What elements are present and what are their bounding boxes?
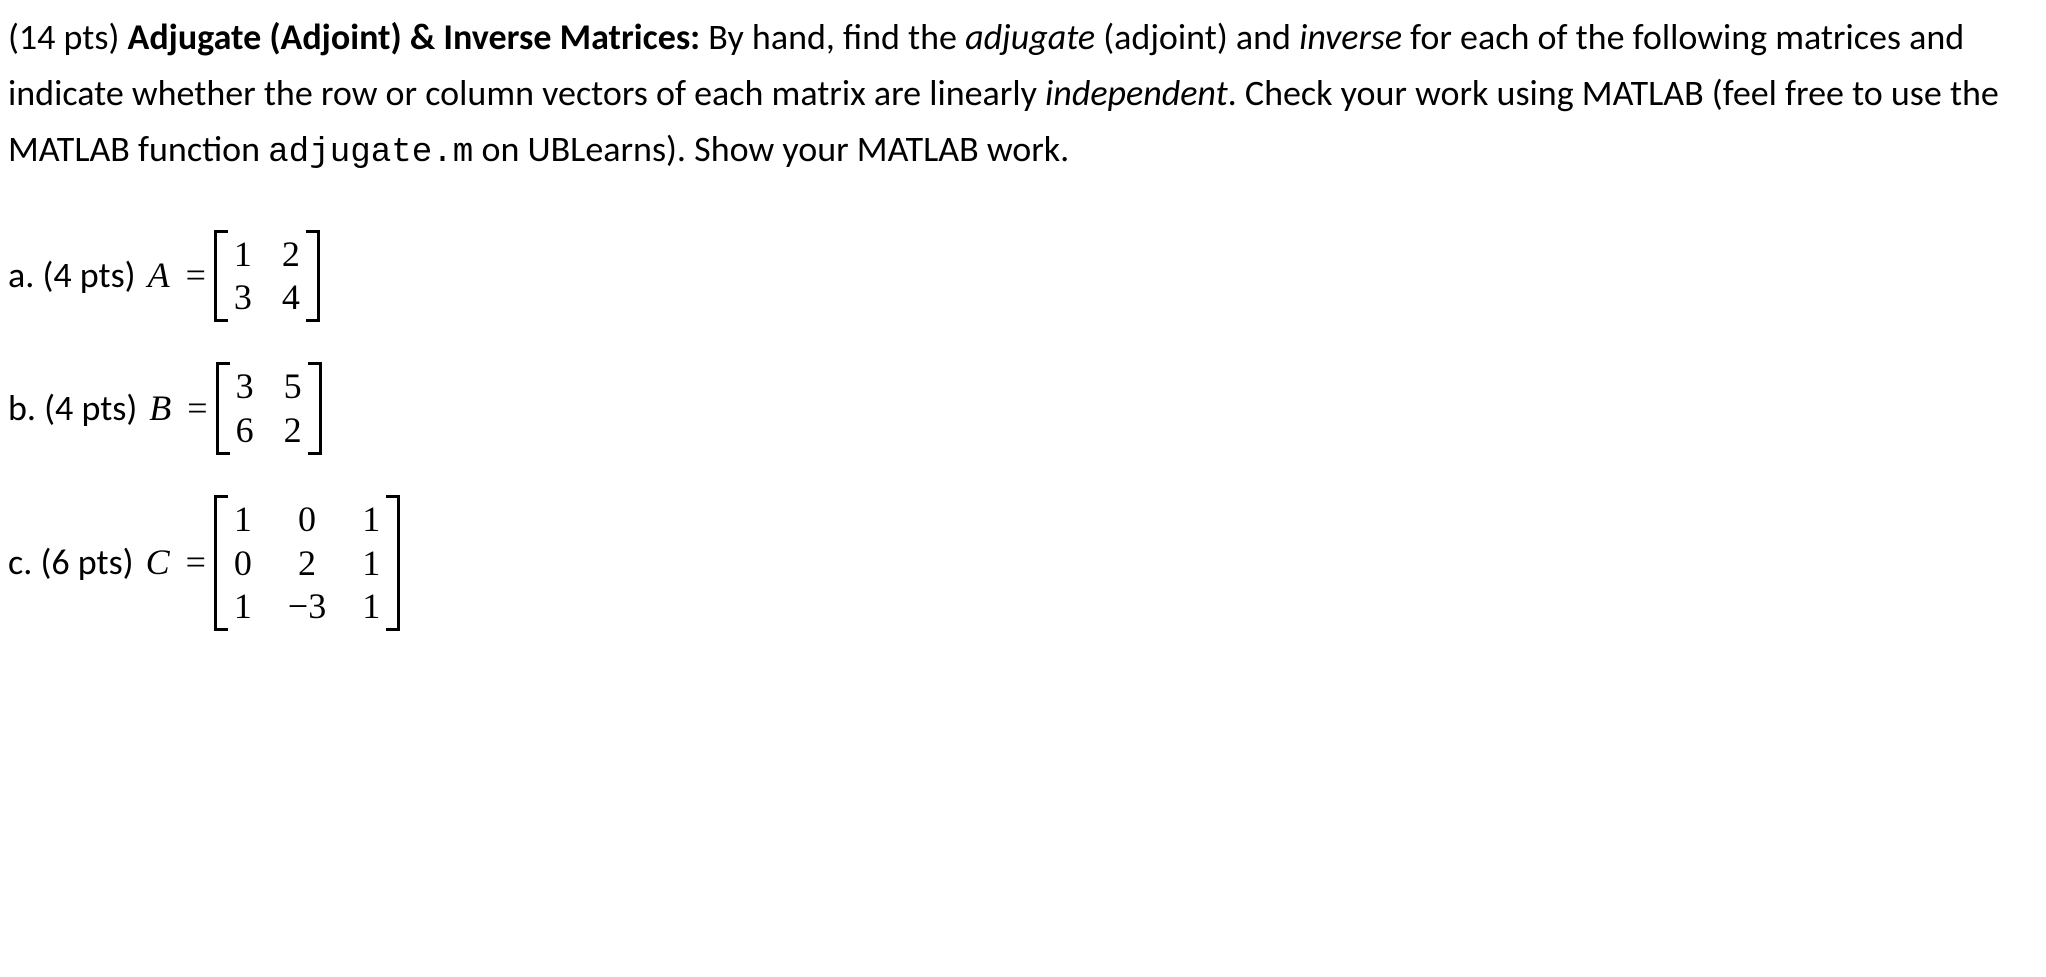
matrix-body: 1 0 1 0 2 1 1 −3 1 xyxy=(228,495,386,631)
matrix-cell: 5 xyxy=(284,366,302,407)
independent-word: independent xyxy=(1045,71,1228,115)
matrix-cell: 2 xyxy=(288,543,326,584)
problem-c: c. (6 pts) C = 1 0 1 0 2 1 1 −3 1 xyxy=(8,495,2038,631)
matrix-a: 1 2 3 4 xyxy=(214,230,320,323)
matrix-cell: 6 xyxy=(236,410,254,451)
matrix-body: 1 2 3 4 xyxy=(228,230,306,323)
equals-sign: = xyxy=(187,381,207,437)
text: (adjoint) and xyxy=(1095,15,1299,59)
problem-b: b. (4 pts) B = 3 5 6 2 xyxy=(8,362,2038,455)
text: on UBLearns). Show your MATLAB work. xyxy=(473,127,1069,171)
matrix-cell: 2 xyxy=(282,234,300,275)
problem-prompt: (14 pts) Adjugate (Adjoint) & Inverse Ma… xyxy=(8,10,2038,180)
matrix-cell: −3 xyxy=(288,586,326,627)
matrix-expression: A = 1 2 3 4 xyxy=(146,230,320,323)
matrix-cell: 1 xyxy=(234,499,252,540)
matrix-cell: 1 xyxy=(362,543,380,584)
matrix-cell: 2 xyxy=(284,410,302,451)
matrix-expression: C = 1 0 1 0 2 1 1 −3 1 xyxy=(144,495,401,631)
right-bracket-icon xyxy=(386,495,400,631)
matrix-cell: 0 xyxy=(234,543,252,584)
matrix-variable: C xyxy=(146,535,170,591)
matrix-b: 3 5 6 2 xyxy=(216,362,322,455)
problem-label: b. (4 pts) xyxy=(8,381,137,437)
matrix-cell: 0 xyxy=(288,499,326,540)
function-name: adjugate.m xyxy=(268,134,473,172)
problem-a: a. (4 pts) A = 1 2 3 4 xyxy=(8,230,2038,323)
right-bracket-icon xyxy=(306,230,320,323)
left-bracket-icon xyxy=(214,495,228,631)
text: By hand, find the xyxy=(708,15,965,59)
matrix-variable: B xyxy=(149,381,171,437)
matrix-body: 3 5 6 2 xyxy=(230,362,308,455)
matrix-cell: 1 xyxy=(234,586,252,627)
problems-list: a. (4 pts) A = 1 2 3 4 b. (4 pts) B = xyxy=(8,230,2038,632)
right-bracket-icon xyxy=(308,362,322,455)
points-label: (14 pts) xyxy=(8,15,128,59)
matrix-cell: 1 xyxy=(362,499,380,540)
inverse-word: inverse xyxy=(1299,15,1402,59)
matrix-cell: 4 xyxy=(282,277,300,318)
title: Adjugate (Adjoint) & Inverse Matrices: xyxy=(128,15,701,59)
matrix-variable: A xyxy=(148,248,170,304)
left-bracket-icon xyxy=(216,362,230,455)
equals-sign: = xyxy=(186,535,206,591)
equals-sign: = xyxy=(186,248,206,304)
matrix-c: 1 0 1 0 2 1 1 −3 1 xyxy=(214,495,400,631)
matrix-cell: 1 xyxy=(234,234,252,275)
left-bracket-icon xyxy=(214,230,228,323)
matrix-cell: 1 xyxy=(362,586,380,627)
matrix-cell: 3 xyxy=(236,366,254,407)
matrix-cell: 3 xyxy=(234,277,252,318)
matrix-expression: B = 3 5 6 2 xyxy=(147,362,321,455)
adjugate-word: adjugate xyxy=(965,15,1095,59)
problem-label: c. (6 pts) xyxy=(8,535,134,591)
problem-label: a. (4 pts) xyxy=(8,248,136,304)
